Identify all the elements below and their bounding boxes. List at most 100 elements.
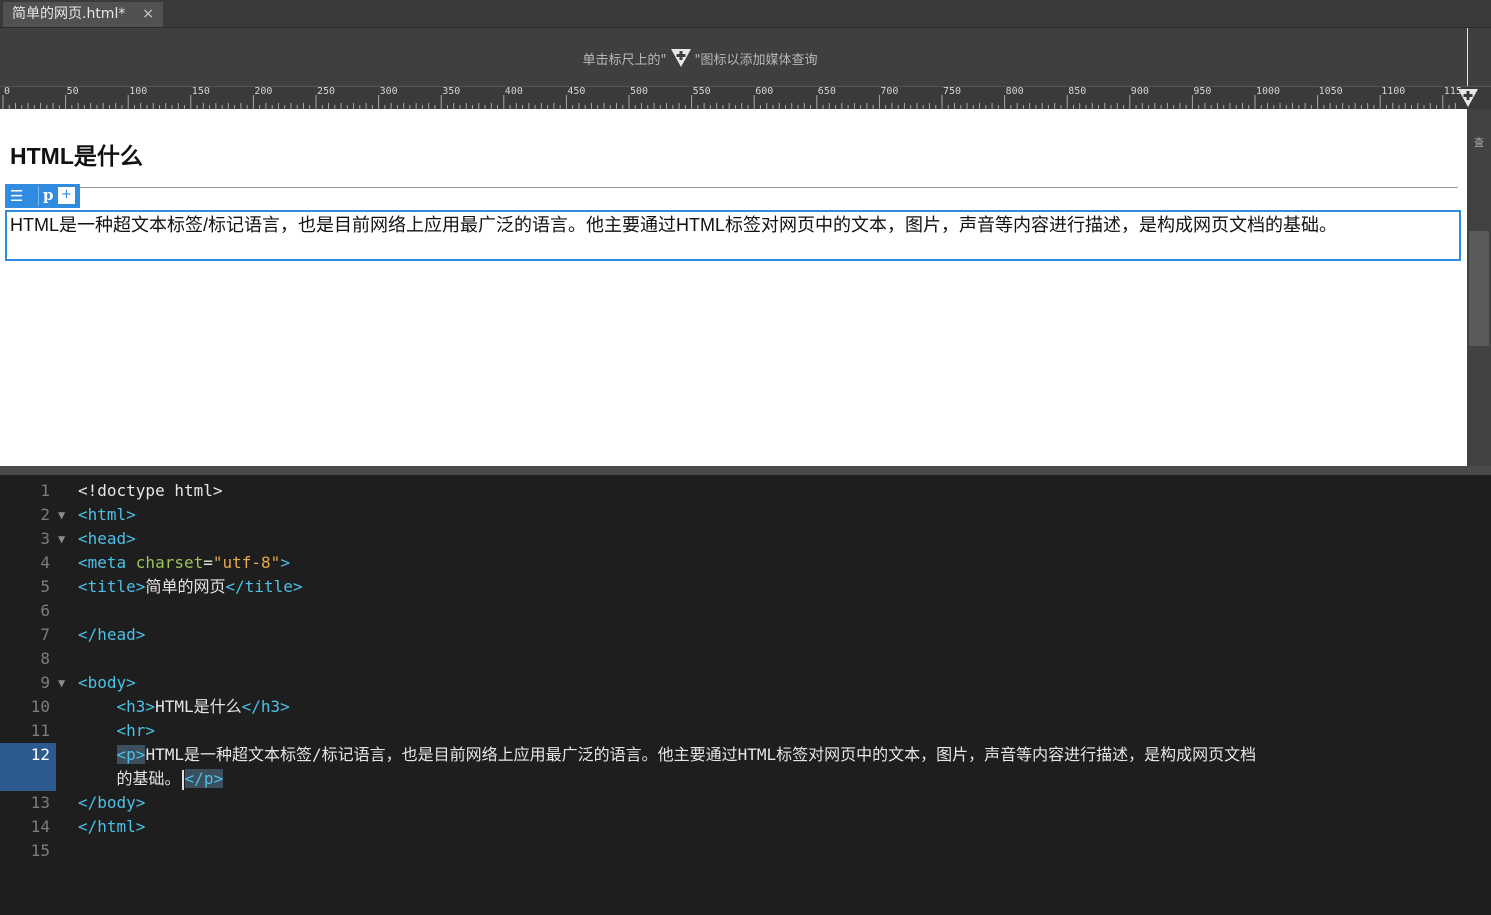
ruler-label: 50 [66,86,79,97]
line-number: 12 [30,745,50,764]
line-number: 5 [40,577,50,596]
code-token: 简单的网页 [145,577,226,596]
code-token: </body> [78,793,146,812]
paragraph-text[interactable]: HTML是一种超文本标签/标记语言，也是目前网络上应用最广泛的语言。他主要通过H… [10,213,1455,237]
element-tag-label[interactable]: p [43,186,54,204]
ruler-label: 950 [1193,86,1212,97]
line-number: 6 [40,601,50,620]
ruler-label: 0 [4,86,11,97]
code-text[interactable]: </head> [78,623,145,647]
code-token: <h3> [116,697,156,716]
ruler[interactable]: 0 50 100 150 200 250 300 350 400 450 500 550 600 650 7… [0,86,1491,109]
code-text[interactable]: </body> [78,791,145,815]
scrollbar-thumb[interactable] [1469,231,1489,346]
fold-arrow-icon[interactable]: ▼ [58,527,65,551]
code-token: <head> [78,529,136,548]
fold-arrow-icon[interactable]: ▼ [58,503,65,527]
line-number: 2 [40,505,50,524]
ruler-label: 400 [504,86,523,97]
code-view[interactable]: 1 <!doctype html> 2 ▼ <html> 3 ▼ <head> 4 <meta c… [0,475,1491,915]
element-hud[interactable]: ☰ p + [5,184,80,208]
code-line[interactable]: 7 </head> [0,623,1491,647]
document-tab-title: 简单的网页.html* [12,6,126,22]
code-token: = [203,553,213,572]
code-text[interactable]: <p>HTML是一种超文本标签/标记语言，也是目前网络上应用最广泛的语言。他主要… [78,743,1256,767]
ruler-label: 250 [317,86,336,97]
code-line[interactable]: 8 [0,647,1491,671]
code-token: HTML是什么 [155,697,242,716]
code-text[interactable]: <body> [78,671,136,695]
code-line[interactable]: 的基础。 </p> [0,767,1491,791]
code-line[interactable]: 15 [0,839,1491,863]
code-line[interactable]: 12 <p>HTML是一种超文本标签/标记语言，也是目前网络上应用最广泛的语言。… [0,743,1491,767]
media-query-hint-after: "图标以添加媒体查询 [694,53,818,68]
code-text[interactable]: <hr> [78,719,156,743]
code-line[interactable]: 11 <hr> [0,719,1491,743]
code-text[interactable]: 的基础。 </p> [78,767,224,791]
code-line[interactable]: 3 ▼ <head> [0,527,1491,551]
page-heading[interactable]: HTML是什么 [10,137,143,171]
close-icon[interactable]: × [142,2,154,27]
code-token: <hr> [116,721,156,740]
ruler-label: 750 [943,86,962,97]
line-number: 7 [40,625,50,644]
code-line[interactable]: 14 </html> [0,815,1491,839]
ruler-label: 450 [567,86,586,97]
line-number: 3 [40,529,50,548]
code-token: <body> [78,673,136,692]
ruler-label: 900 [1130,86,1149,97]
code-text[interactable]: <h3>HTML是什么</h3> [78,695,290,719]
line-number: 10 [30,697,50,716]
code-line[interactable]: 9 ▼ <body> [0,671,1491,695]
document-tab[interactable]: 简单的网页.html* × [3,2,163,27]
ruler-label: 550 [692,86,711,97]
horizontal-rule[interactable] [10,187,1458,188]
text-cursor [181,769,184,790]
code-line[interactable]: 1 <!doctype html> [0,479,1491,503]
line-number: 4 [40,553,50,572]
line-number: 13 [30,793,50,812]
ruler-label: 700 [880,86,899,97]
line-number: 11 [30,721,50,740]
code-text[interactable]: <head> [78,527,136,551]
ruler-label: 1100 [1381,86,1406,97]
design-scrollbar[interactable]: 査 [1467,109,1491,466]
code-text[interactable]: <title>简单的网页</title> [78,575,303,599]
code-line[interactable]: 4 <meta charset="utf-8"> [0,551,1491,575]
code-text[interactable]: <meta charset="utf-8"> [78,551,290,575]
code-line[interactable]: 5 <title>简单的网页</title> [0,575,1491,599]
code-token: </title> [225,577,303,596]
code-token: <meta [78,553,136,572]
line-number: 1 [40,481,50,500]
media-query-bar[interactable]: 单击标尺上的" "图标以添加媒体查询 [0,28,1491,86]
code-text[interactable]: </html> [78,815,145,839]
code-line[interactable]: 13 </body> [0,791,1491,815]
code-text[interactable]: <!doctype html> [78,479,223,503]
code-token: "utf-8" [212,553,281,572]
view-splitter[interactable] [0,466,1491,475]
design-view[interactable]: HTML是什么 ☰ p + HTML是一种超文本标签/标记语言，也是目前网络上应… [0,109,1467,466]
line-number: 14 [30,817,50,836]
code-text[interactable]: <html> [78,503,136,527]
code-line[interactable]: 2 ▼ <html> [0,503,1491,527]
code-line[interactable]: 10 <h3>HTML是什么</h3> [0,695,1491,719]
viewport-width-marker [1467,28,1468,92]
ruler-label: 1000 [1256,86,1281,97]
fold-arrow-icon[interactable]: ▼ [58,671,65,695]
add-class-button[interactable]: + [58,187,75,204]
ruler-label: 1050 [1318,86,1343,97]
ruler-label: 100 [129,86,148,97]
code-token: <html> [78,505,136,524]
scrollbar-glyph: 査 [1474,138,1484,149]
ruler-label: 150 [191,86,210,97]
code-token: </p> [184,769,224,788]
current-line-highlight [0,767,56,791]
code-token: 的基础。 [78,769,181,788]
line-number: 15 [30,841,50,860]
add-media-query-icon[interactable] [1456,88,1480,108]
code-line[interactable]: 6 [0,599,1491,623]
code-token: > [280,553,290,572]
hamburger-menu-icon[interactable]: ☰ [10,188,23,204]
